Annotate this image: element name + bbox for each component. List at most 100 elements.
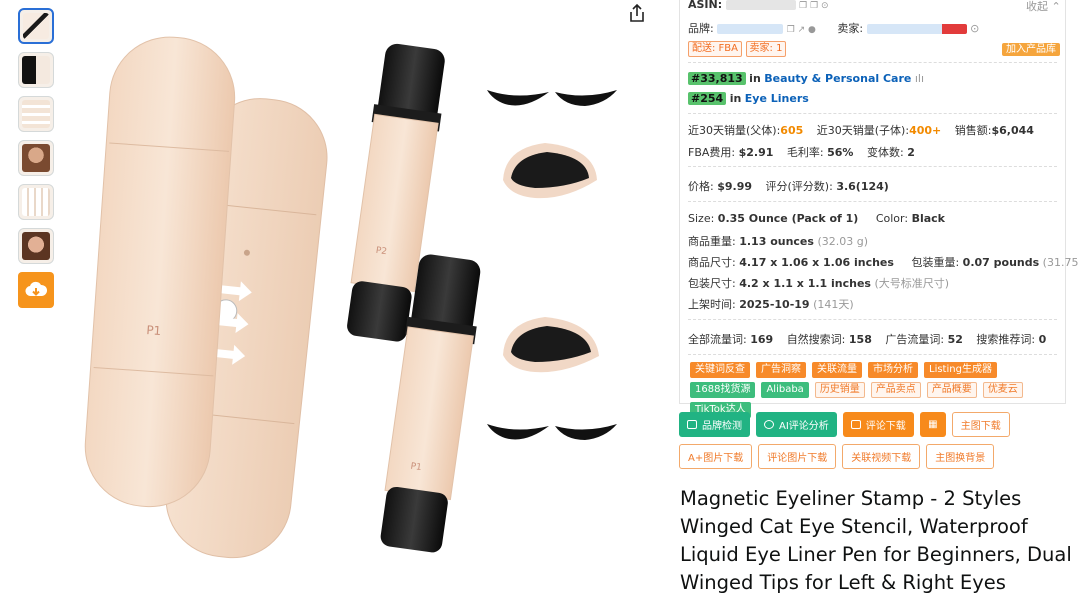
- thumbnail-1[interactable]: [18, 8, 54, 44]
- ad-keywords-label: 广告流量词:: [885, 333, 945, 346]
- rank-row-2: #254 in Eye Liners: [688, 92, 809, 105]
- check-icon: [687, 420, 697, 429]
- brand-value-masked: [717, 24, 784, 34]
- tag-row: 配送: FBA 卖家: 1: [688, 41, 787, 57]
- rating-label: 评分(评分数):: [765, 180, 833, 193]
- pie-icon: [764, 420, 774, 429]
- tool-tag[interactable]: 关联流量: [812, 362, 862, 378]
- brand-check-label: 品牌检测: [702, 421, 742, 432]
- sales-child-value: 400+: [909, 124, 942, 137]
- ship-tag: 配送: FBA: [688, 41, 743, 57]
- tool-tag[interactable]: 历史销量: [814, 382, 865, 398]
- listing-date-value: 2025-10-19: [739, 298, 810, 311]
- tool-tag[interactable]: 优麦云: [982, 382, 1023, 398]
- background-replace-label: 主图换背景: [935, 453, 986, 464]
- collapse-button[interactable]: 收起 ⌃: [1026, 0, 1061, 14]
- tool-tag[interactable]: 关键词反查: [690, 362, 750, 378]
- asin-row: ASIN: ❐ ❐ ⊙: [688, 0, 829, 11]
- rank-2: #254: [688, 92, 727, 105]
- pen-label-p1-large: P1: [146, 323, 162, 338]
- weight-label: 商品重量:: [688, 235, 736, 248]
- product-info-panel: ASIN: ❐ ❐ ⊙ 收起 ⌃ 品牌: ❐ ↗ ● 卖家: ⊙ 配送: FBA…: [679, 0, 1080, 418]
- sales-parent-label: 近30天销量(父体):: [688, 124, 781, 137]
- package-weight-grams: (31.75 g): [1042, 256, 1080, 269]
- bar-chart-icon[interactable]: ılı: [915, 72, 924, 85]
- product-title: Magnetic Eyeliner Stamp - 2 Styles Winge…: [680, 487, 1072, 594]
- rank-in-1: in: [749, 72, 761, 85]
- tool-tag[interactable]: 1688找货源: [690, 382, 756, 398]
- main-product-image: P1 P2 P1: [84, 36, 617, 559]
- size-label: Size:: [688, 212, 715, 225]
- organic-keywords-value: 158: [848, 333, 872, 346]
- color-value: Black: [911, 212, 945, 225]
- share-icon[interactable]: [626, 2, 648, 24]
- review-image-download-label: 评论图片下载: [767, 453, 828, 464]
- category-link-1[interactable]: Beauty & Personal Care: [764, 72, 911, 85]
- price-value: $9.99: [717, 180, 753, 193]
- size-value: 0.35 Ounce (Pack of 1): [717, 212, 859, 225]
- margin-value: 56%: [827, 146, 854, 159]
- package-weight-value: 0.07 pounds: [962, 256, 1040, 269]
- organic-keywords-label: 自然搜索词:: [786, 333, 846, 346]
- thumbnail-6[interactable]: [18, 228, 54, 264]
- seller-label: 卖家:: [837, 22, 864, 35]
- seller-count-tag: 卖家: 1: [745, 41, 787, 57]
- calculator-icon[interactable]: ▦: [919, 412, 946, 437]
- tool-tag[interactable]: 广告洞察: [756, 362, 806, 378]
- package-size-tier: (大号标准尺寸): [874, 277, 950, 290]
- variants-value: 2: [907, 146, 915, 159]
- thumbnail-3[interactable]: [18, 96, 54, 132]
- ad-keywords-value: 52: [947, 333, 963, 346]
- tool-tag[interactable]: Alibaba: [761, 382, 809, 398]
- aplus-download-button[interactable]: A+图片下载: [679, 444, 753, 469]
- comment-icon: [850, 420, 861, 429]
- color-label: Color:: [875, 212, 909, 225]
- fee-row: FBA费用: $2.91 毛利率: 56% 变体数: 2: [688, 144, 915, 160]
- weight-row: 商品重量: 1.13 ounces (32.03 g): [688, 233, 868, 249]
- review-download-button[interactable]: 评论下载: [842, 412, 914, 437]
- package-weight-label: 包装重量:: [911, 256, 960, 269]
- revenue-label: 销售额:: [954, 124, 992, 137]
- weight-value: 1.13 ounces: [739, 235, 814, 248]
- recommend-keywords-label: 搜索推荐词:: [976, 333, 1036, 346]
- review-download-label: 评论下载: [865, 421, 906, 432]
- size-row: Size: 0.35 Ounce (Pack of 1) Color: Blac…: [688, 212, 945, 225]
- tool-tag[interactable]: 市场分析: [868, 362, 918, 378]
- tool-tags: 关键词反查 广告洞察 关联流量 市场分析 Listing生成器 1688找货源 …: [690, 362, 1060, 418]
- dimension-row: 商品尺寸: 4.17 x 1.06 x 1.06 inches 包装重量: 0.…: [688, 254, 1080, 270]
- sales-row: 近30天销量(父体):605 近30天销量(子体):400+ 销售额:$6,04…: [688, 122, 1034, 138]
- dimension-label: 商品尺寸:: [688, 256, 736, 269]
- background-replace-button[interactable]: 主图换背景: [926, 444, 995, 469]
- dimension-value: 4.17 x 1.06 x 1.06 inches: [739, 256, 894, 269]
- asin-value-masked: [725, 0, 796, 10]
- tool-tag[interactable]: 产品卖点: [870, 382, 921, 398]
- tool-tag[interactable]: 产品概要: [926, 382, 977, 398]
- weight-grams: (32.03 g): [817, 235, 868, 248]
- tool-tag[interactable]: Listing生成器: [924, 362, 997, 378]
- ai-review-button[interactable]: AI评论分析: [756, 412, 837, 437]
- main-image-download-button[interactable]: 主图下载: [951, 412, 1010, 437]
- collapse-label: 收起: [1026, 0, 1048, 13]
- listing-date-row: 上架时间: 2025-10-19 (141天): [688, 296, 854, 312]
- seller-value-masked: [866, 24, 967, 34]
- thumbnail-4[interactable]: [18, 140, 54, 176]
- traffic-keywords-value: 169: [750, 333, 774, 346]
- pen-label-p2: P2: [375, 246, 387, 257]
- action-buttons: 品牌检测 AI评论分析 评论下载 ▦ 主图下载 A+图片下载 评论图片下载 关联…: [679, 412, 1069, 476]
- thumbnail-5[interactable]: [18, 184, 54, 220]
- rank-1: #33,813: [688, 72, 746, 85]
- category-link-2[interactable]: Eye Liners: [745, 92, 809, 105]
- cloud-download-icon[interactable]: [18, 272, 54, 308]
- sales-parent-value: 605: [780, 124, 804, 137]
- main-image-download-label: 主图下载: [960, 421, 1001, 432]
- brand-check-button[interactable]: 品牌检测: [679, 412, 750, 437]
- review-image-download-button[interactable]: 评论图片下载: [758, 444, 837, 469]
- price-row: 价格: $9.99 评分(评分数): 3.6(124): [688, 178, 889, 194]
- pen-label-p1-small: P1: [410, 462, 422, 473]
- video-download-button[interactable]: 关联视频下载: [842, 444, 921, 469]
- recommend-keywords-value: 0: [1038, 333, 1047, 346]
- add-library-button[interactable]: 加入产品库: [1002, 40, 1060, 56]
- rank-in-2: in: [729, 92, 742, 105]
- thumbnail-2[interactable]: [18, 52, 54, 88]
- brand-label: 品牌:: [688, 22, 714, 35]
